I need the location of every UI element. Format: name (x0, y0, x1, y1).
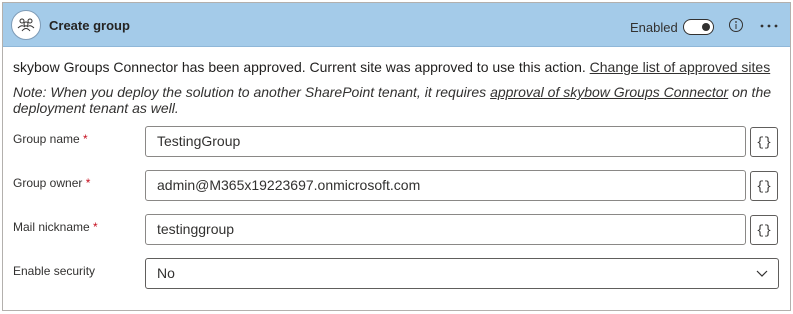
group-name-label: Group name * (13, 132, 88, 146)
group-name-expression-button[interactable]: {} (750, 127, 778, 157)
card-title: Create group (49, 18, 130, 33)
approval-connector-link[interactable]: approval of skybow Groups Connector (490, 84, 728, 100)
create-group-card: Create group Enabled skybow Groups Conne… (2, 2, 791, 311)
group-owner-label: Group owner * (13, 176, 90, 190)
approval-text: skybow Groups Connector has been approve… (13, 59, 586, 75)
more-icon[interactable] (760, 24, 778, 28)
mail-nickname-label: Mail nickname * (13, 220, 98, 234)
toggle-knob (702, 23, 710, 31)
enabled-toggle[interactable] (683, 19, 714, 35)
group-owner-label-text: Group owner (13, 176, 83, 190)
mail-nickname-input[interactable]: testinggroup (145, 214, 746, 245)
mail-nickname-expression-button[interactable]: {} (750, 215, 778, 245)
required-marker: * (93, 220, 98, 234)
info-icon[interactable] (728, 17, 744, 33)
card-header: Create group Enabled (3, 3, 790, 47)
note-prefix: Note: When you deploy the solution to an… (13, 84, 487, 100)
required-marker: * (85, 176, 91, 190)
approval-message: skybow Groups Connector has been approve… (13, 59, 770, 75)
chevron-down-icon (756, 270, 768, 277)
change-approved-sites-link[interactable]: Change list of approved sites (590, 59, 771, 75)
enable-security-dropdown[interactable]: No (145, 258, 779, 289)
enable-security-value: No (157, 265, 175, 281)
group-name-input[interactable]: TestingGroup (145, 126, 746, 157)
people-group-icon (11, 10, 41, 40)
deployment-note: Note: When you deploy the solution to an… (13, 84, 773, 116)
group-owner-input[interactable]: admin@M365x19223697.onmicrosoft.com (145, 170, 746, 201)
mail-nickname-label-text: Mail nickname (13, 220, 90, 234)
enable-security-label: Enable security (13, 264, 96, 278)
required-marker: * (83, 132, 88, 146)
enabled-label: Enabled (630, 20, 678, 35)
group-owner-expression-button[interactable]: {} (750, 171, 778, 201)
group-name-label-text: Group name (13, 132, 80, 146)
